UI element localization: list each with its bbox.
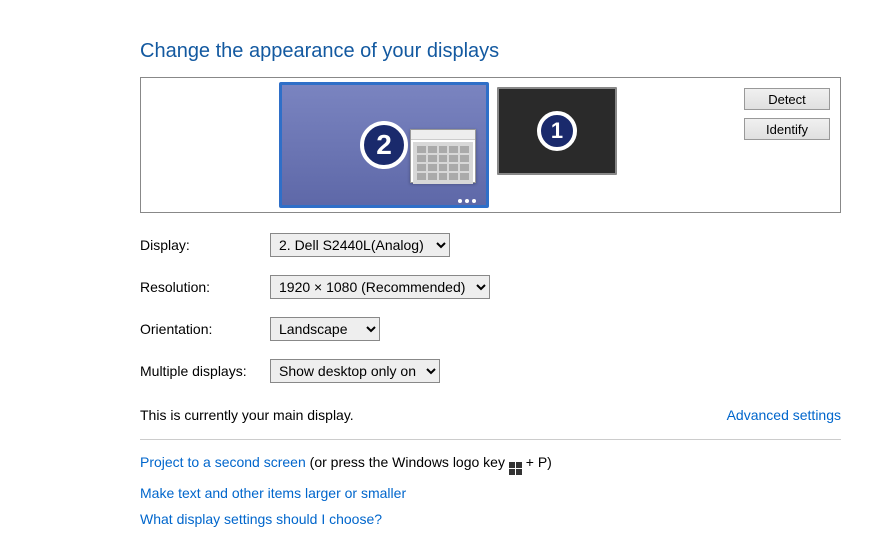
display-preview-box: 2 1 Detect Identi: [140, 77, 841, 213]
resolution-select[interactable]: 1920 × 1080 (Recommended): [270, 275, 490, 299]
page-title: Change the appearance of your displays: [140, 40, 841, 63]
orientation-label: Orientation:: [140, 321, 270, 337]
detect-button[interactable]: Detect: [744, 88, 830, 110]
identify-button[interactable]: Identify: [744, 118, 830, 140]
text-size-link[interactable]: Make text and other items larger or smal…: [140, 485, 406, 501]
display-select[interactable]: 2. Dell S2440L(Analog): [270, 233, 450, 257]
monitor-1[interactable]: 1: [497, 87, 617, 175]
multiple-displays-label: Multiple displays:: [140, 363, 270, 379]
advanced-settings-link[interactable]: Advanced settings: [727, 407, 841, 423]
multiple-displays-select[interactable]: Show desktop only on 2: [270, 359, 440, 383]
orientation-select[interactable]: Landscape: [270, 317, 380, 341]
project-suffix-text: (or press the Windows logo key: [306, 454, 509, 470]
taskbar-icon: [458, 199, 476, 203]
monitor-number-badge: 1: [537, 111, 577, 151]
windows-logo-icon: [509, 462, 522, 475]
monitor-2[interactable]: 2: [279, 82, 489, 208]
monitor-number-badge: 2: [360, 121, 408, 169]
calculator-icon: [410, 129, 476, 183]
display-label: Display:: [140, 237, 270, 253]
main-display-status: This is currently your main display.: [140, 407, 354, 423]
project-screen-link[interactable]: Project to a second screen: [140, 454, 306, 470]
project-suffix-text-2: + P): [522, 454, 552, 470]
resolution-label: Resolution:: [140, 279, 270, 295]
divider: [140, 439, 841, 440]
monitor-arrangement[interactable]: 2 1: [279, 82, 617, 208]
help-link[interactable]: What display settings should I choose?: [140, 511, 382, 527]
